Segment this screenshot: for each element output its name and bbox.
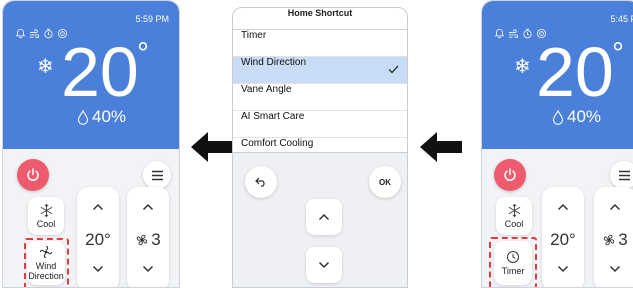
remote-left: 5:59 PM ❄ 20 ° 40% Cool Wind Direction 2…: [2, 0, 180, 288]
chevron-up-icon: [318, 213, 330, 221]
fan-speed-value: 3: [618, 230, 628, 249]
degree-symbol: °: [137, 37, 149, 70]
list-item-label: Vane Angle: [241, 84, 292, 95]
list-item-label: Wind Direction: [241, 57, 307, 68]
mode-label: Cool: [504, 219, 524, 229]
list-item-label: Comfort Cooling: [241, 138, 314, 149]
highlight-frame: [489, 237, 537, 287]
clock: 5:45 PM: [610, 14, 633, 24]
scroll-up-button[interactable]: [306, 199, 342, 235]
mode-button[interactable]: Cool: [28, 197, 64, 235]
chevron-up-icon[interactable]: [609, 203, 621, 211]
fan-icon: [137, 234, 148, 246]
mode-label: Cool: [36, 219, 56, 229]
humidity-value: 40%: [92, 107, 127, 126]
scroll-down-button[interactable]: [306, 247, 342, 283]
fan-speed-rocker[interactable]: 3: [594, 187, 633, 287]
room-temperature: 20: [61, 33, 139, 111]
menu-button[interactable]: [143, 161, 171, 189]
chevron-down-icon[interactable]: [557, 265, 569, 273]
list-item[interactable]: Comfort Cooling: [233, 138, 407, 152]
fan-speed: 3: [594, 230, 633, 250]
arrow-left-icon: [420, 132, 462, 162]
remote-right: 5:45 PM ❄ 20 ° 40% Cool: [481, 0, 633, 288]
temperature-rocker[interactable]: 20°: [77, 187, 119, 287]
ok-button[interactable]: OK: [369, 166, 401, 198]
humidity-readout: 40%: [77, 107, 126, 127]
checkmark-icon: [388, 65, 399, 74]
chevron-up-icon[interactable]: [142, 203, 154, 211]
temperature-rocker[interactable]: 20°: [542, 187, 584, 287]
fan-icon: [604, 234, 615, 246]
shortcut-menu-screen: Home Shortcut Timer Wind Direction Vane …: [232, 7, 408, 288]
back-arrow-icon: [254, 177, 265, 187]
chevron-down-icon[interactable]: [92, 265, 104, 273]
droplet-icon: [552, 109, 564, 125]
wind-icon: [29, 29, 40, 39]
menu-controls: OK: [233, 152, 407, 287]
hamburger-icon: [618, 170, 630, 180]
chevron-down-icon[interactable]: [609, 265, 621, 273]
fan-speed-rocker[interactable]: 3: [127, 187, 169, 287]
list-item[interactable]: Timer: [233, 30, 407, 57]
snowflake-icon: [40, 203, 52, 218]
wind-icon: [508, 29, 519, 39]
menu-button[interactable]: [610, 161, 633, 189]
chevron-up-icon[interactable]: [557, 203, 569, 211]
bell-icon: [15, 28, 26, 39]
fan-speed-value: 3: [151, 230, 161, 249]
droplet-icon: [77, 109, 89, 125]
power-icon: [27, 168, 39, 181]
set-temperature-value: 20°: [85, 230, 111, 249]
remote-screen: 5:45 PM ❄ 20 ° 40%: [482, 1, 633, 149]
snowflake-icon: [508, 203, 520, 218]
tutorial-stage: 5:59 PM ❄ 20 ° 40% Cool Wind Direction 2…: [0, 0, 633, 288]
snowflake-icon: ❄: [37, 54, 54, 78]
arrow-left-icon: [191, 132, 233, 162]
hamburger-icon: [151, 170, 163, 180]
humidity-readout: 40%: [552, 107, 601, 127]
shortcut-list: Timer Wind Direction Vane Angle AI Smart…: [233, 30, 407, 152]
power-icon: [504, 168, 516, 181]
snowflake-icon: ❄: [514, 54, 531, 78]
back-button[interactable]: [245, 166, 277, 198]
timer-icon: [44, 28, 53, 39]
menu-title: Home Shortcut: [233, 8, 407, 30]
bell-icon: [494, 28, 505, 39]
timer-icon: [523, 28, 532, 39]
list-item-selected[interactable]: Wind Direction: [233, 57, 407, 84]
list-item-label: AI Smart Care: [241, 111, 305, 122]
clock: 5:59 PM: [135, 14, 169, 24]
chevron-down-icon: [318, 261, 330, 269]
set-temperature-value: 20°: [550, 230, 576, 249]
humidity-value: 40%: [567, 107, 602, 126]
degree-symbol: °: [612, 37, 624, 70]
room-temperature: 20: [536, 33, 614, 111]
set-temperature: 20°: [542, 230, 584, 250]
list-item[interactable]: AI Smart Care: [233, 111, 407, 138]
list-item-label: Timer: [241, 30, 267, 41]
power-button[interactable]: [17, 159, 49, 191]
chevron-down-icon[interactable]: [142, 265, 154, 273]
fan-speed: 3: [127, 230, 169, 250]
power-button[interactable]: [494, 159, 526, 191]
set-temperature: 20°: [77, 230, 119, 250]
remote-screen: 5:59 PM ❄ 20 ° 40%: [3, 1, 179, 149]
highlight-frame: [24, 238, 69, 287]
list-item[interactable]: Vane Angle: [233, 84, 407, 111]
chevron-up-icon[interactable]: [92, 203, 104, 211]
mode-button[interactable]: Cool: [496, 197, 532, 235]
